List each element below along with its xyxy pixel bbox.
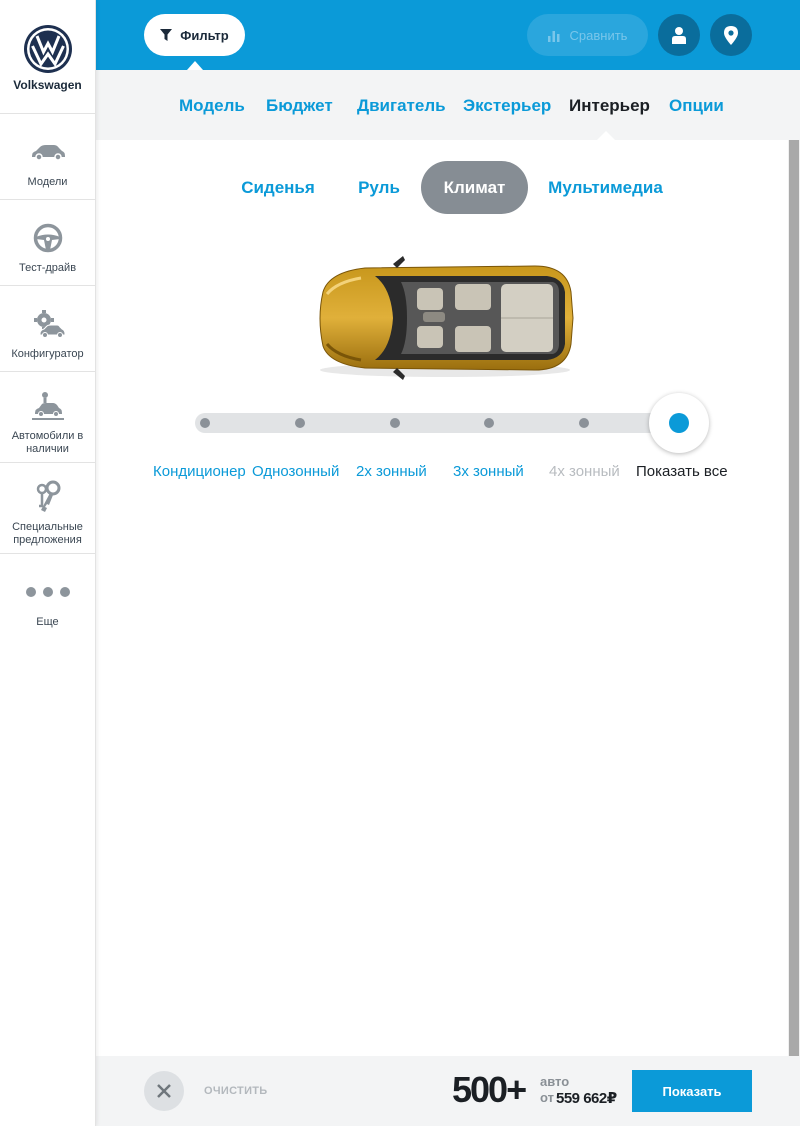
- slider-stop[interactable]: [295, 418, 305, 428]
- slider-option-4-zone: 4х зонный: [549, 463, 620, 480]
- brand-name: Volkswagen: [13, 78, 82, 92]
- sidebar-item-models[interactable]: Модели: [0, 114, 95, 200]
- bar-chart-icon: [547, 30, 560, 42]
- sidebar-item-label: Автомобили в наличии: [11, 430, 84, 455]
- sidebar-item-label: Еще: [36, 616, 59, 628]
- more-dots-icon: [25, 574, 70, 610]
- results-unit: авто: [540, 1074, 570, 1089]
- close-icon: [157, 1084, 171, 1098]
- sidebar-item-label: Конфигуратор: [11, 348, 84, 360]
- car-lift-icon: [28, 388, 68, 424]
- car-icon: [28, 134, 68, 170]
- scrollbar[interactable]: [788, 140, 800, 1056]
- slider-stop[interactable]: [390, 418, 400, 428]
- subtab-steering-wheel[interactable]: Руль: [340, 161, 418, 214]
- slider-option-3-zone[interactable]: 3х зонный: [453, 463, 524, 480]
- location-pin-icon: [724, 25, 738, 45]
- sidebar-item-special-offers[interactable]: Специальные предложения: [0, 463, 95, 554]
- sidebar-item-label: Модели: [27, 176, 68, 188]
- slider-option-single-zone[interactable]: Однозонный: [252, 463, 339, 480]
- user-icon: [672, 26, 686, 44]
- subtab-climate[interactable]: Климат: [421, 161, 528, 214]
- tab-interior[interactable]: Интерьер: [569, 96, 650, 116]
- active-tab-pointer: [596, 131, 616, 141]
- slider-stop[interactable]: [200, 418, 210, 428]
- slider-option-show-all[interactable]: Показать все: [636, 463, 728, 480]
- sidebar-item-configurator[interactable]: Конфигуратор: [0, 286, 95, 372]
- clear-label[interactable]: ОЧИСТИТЬ: [204, 1085, 268, 1097]
- car-top-view-image: [319, 256, 574, 380]
- tab-engine[interactable]: Двигатель: [357, 96, 446, 116]
- slider-option-air-conditioner[interactable]: Кондиционер: [153, 463, 246, 480]
- climate-slider-track[interactable]: [195, 413, 695, 433]
- bottom-bar: ОЧИСТИТЬ 500+ авто от 559 662₽ Показать: [96, 1056, 800, 1126]
- results-count: 500+: [452, 1069, 527, 1110]
- brand-home-link[interactable]: Volkswagen: [0, 0, 95, 114]
- show-results-button[interactable]: Показать: [632, 1070, 752, 1112]
- slider-stop[interactable]: [579, 418, 589, 428]
- compare-button[interactable]: Сравнить: [527, 14, 648, 56]
- sidebar-item-in-stock[interactable]: Автомобили в наличии: [0, 372, 95, 463]
- vw-logo: [23, 25, 72, 73]
- filter-button[interactable]: Фильтр: [144, 14, 245, 70]
- filter-label: Фильтр: [180, 27, 229, 43]
- slider-option-2-zone[interactable]: 2х зонный: [356, 463, 427, 480]
- sidebar-item-label: Специальные предложения: [12, 521, 83, 546]
- tab-options[interactable]: Опции: [669, 96, 724, 116]
- filter-icon: [160, 29, 173, 41]
- clear-button[interactable]: [144, 1071, 184, 1111]
- sidebar: Volkswagen Модели Тест-драйв Конфигурато…: [0, 0, 96, 1126]
- scrollbar-thumb[interactable]: [789, 140, 799, 1056]
- user-button[interactable]: [658, 14, 700, 56]
- price-prefix: от: [540, 1090, 554, 1105]
- category-nav: Модель Бюджет Двигатель Экстерьер Интерь…: [96, 70, 800, 141]
- configurator-icon: [28, 306, 68, 342]
- sidebar-item-more[interactable]: Еще: [0, 554, 95, 644]
- slider-handle[interactable]: [649, 393, 709, 453]
- subtab-multimedia[interactable]: Мультимедиа: [535, 161, 676, 214]
- steering-wheel-icon: [28, 220, 68, 256]
- compare-label: Сравнить: [569, 27, 628, 43]
- subtab-seats[interactable]: Сиденья: [227, 161, 329, 214]
- min-price: 559 662₽: [556, 1090, 617, 1107]
- location-button[interactable]: [710, 14, 752, 56]
- sidebar-item-label: Тест-драйв: [18, 262, 77, 274]
- tab-model[interactable]: Модель: [179, 96, 245, 116]
- keys-icon: [28, 479, 68, 515]
- top-bar: Фильтр Сравнить: [96, 0, 800, 70]
- tab-exterior[interactable]: Экстерьер: [463, 96, 551, 116]
- sidebar-item-test-drive[interactable]: Тест-драйв: [0, 200, 95, 286]
- tab-budget[interactable]: Бюджет: [266, 96, 333, 116]
- slider-stop[interactable]: [484, 418, 494, 428]
